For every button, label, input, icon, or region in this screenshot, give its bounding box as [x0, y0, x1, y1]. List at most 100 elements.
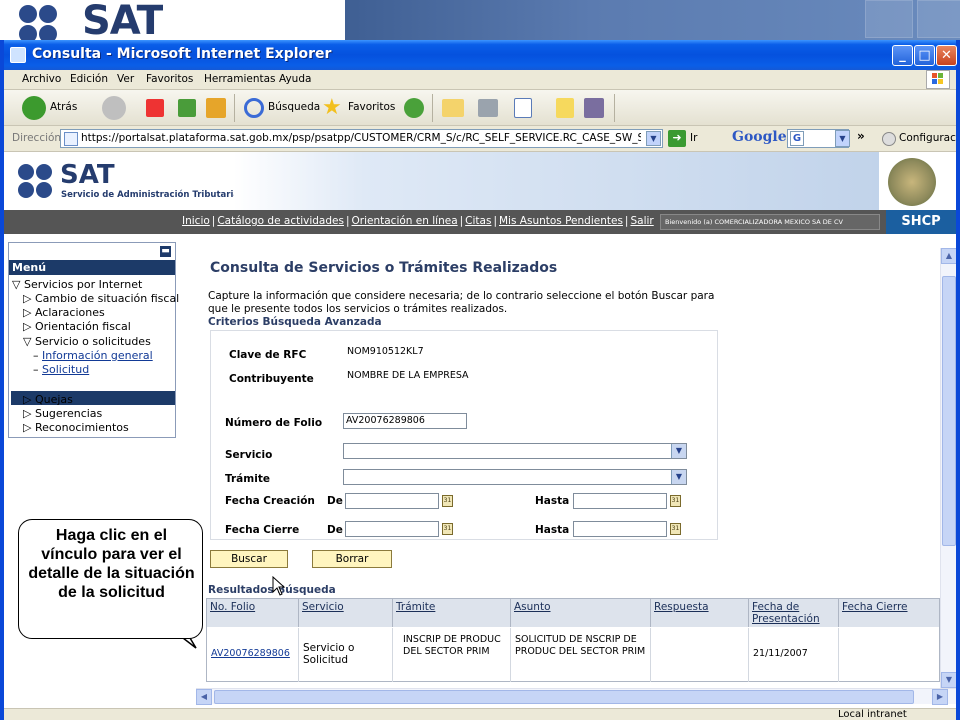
stop-icon[interactable] — [146, 99, 164, 117]
page-title: Consulta de Servicios o Trámites Realiza… — [210, 260, 558, 276]
contribuyente-label: Contribuyente — [229, 373, 314, 385]
scroll-up-icon[interactable]: ▲ — [941, 248, 956, 264]
tree-solicitud[interactable]: – Solicitud — [33, 363, 89, 376]
contribuyente-value: NOMBRE DE LA EMPRESA — [347, 370, 469, 381]
menu-favoritos[interactable]: Favoritos — [146, 73, 193, 85]
horizontal-scroll-thumb[interactable] — [214, 690, 914, 704]
tree-link[interactable]: Solicitud — [42, 363, 89, 376]
tramite-select[interactable]: ▼ — [343, 469, 687, 485]
history-icon[interactable] — [404, 98, 424, 118]
favorites-star-icon[interactable]: ★ — [322, 97, 344, 119]
scroll-down-icon[interactable]: ▼ — [941, 672, 956, 688]
servicio-select[interactable]: ▼ — [343, 443, 687, 459]
servicio-label: Servicio — [225, 449, 273, 461]
tree-aclaraciones[interactable]: ▷ Aclaraciones — [23, 306, 105, 319]
tree-label: Orientación fiscal — [34, 320, 131, 333]
address-dropdown-icon[interactable]: ▼ — [646, 131, 661, 146]
calendar-icon[interactable]: 31 — [670, 523, 681, 535]
slide-banner — [345, 0, 960, 42]
col-tramite[interactable]: Trámite — [393, 599, 511, 627]
horizontal-scrollbar[interactable]: ◀ ▶ — [196, 688, 956, 705]
tree-orientacion-fiscal[interactable]: ▷ Orientación fiscal — [23, 320, 131, 333]
sat-header: SAT Servicio de Administración Tributari… — [4, 152, 956, 210]
tree-consulta[interactable]: – Consulta — [33, 377, 90, 390]
nav-orientacion[interactable]: Orientación en línea — [352, 215, 458, 227]
menu-ayuda[interactable]: Ayuda — [279, 73, 311, 85]
menu-edicion[interactable]: Edición — [70, 73, 108, 85]
tree-quejas[interactable]: ▷ Quejas — [23, 393, 73, 406]
back-arrow-icon[interactable] — [22, 96, 46, 120]
nav-inicio[interactable]: Inicio — [182, 215, 210, 227]
col-servicio[interactable]: Servicio — [299, 599, 393, 627]
address-label: Dirección — [12, 132, 62, 144]
borrar-button[interactable]: Borrar — [312, 550, 392, 568]
vertical-scroll-thumb[interactable] — [942, 276, 956, 546]
refresh-icon[interactable] — [178, 99, 196, 117]
nav-pendientes[interactable]: Mis Asuntos Pendientes — [499, 215, 623, 227]
tree-informacion-general[interactable]: – Información general — [33, 349, 153, 362]
tree-servicios-internet[interactable]: ▽ Servicios por Internet — [12, 278, 142, 291]
print-icon[interactable] — [478, 99, 498, 117]
ie-icon — [10, 47, 26, 63]
calendar-icon[interactable]: 31 — [670, 495, 681, 507]
menu-ver[interactable]: Ver — [117, 73, 134, 85]
title-bar[interactable]: Consulta - Microsoft Internet Explorer _… — [4, 40, 957, 70]
forward-arrow-icon[interactable] — [102, 96, 126, 120]
menu-header: Menú — [9, 260, 175, 275]
fecha-creacion-hasta-input[interactable] — [573, 493, 667, 509]
google-g-icon: G — [790, 131, 804, 146]
calendar-icon[interactable]: 31 — [442, 495, 453, 507]
settings-icon[interactable] — [882, 132, 896, 146]
vertical-scrollbar[interactable]: ▲ ▼ — [940, 248, 956, 688]
discuss-icon[interactable] — [556, 98, 574, 118]
chevron-down-icon[interactable]: ▼ — [671, 470, 686, 484]
nav-catalogo[interactable]: Catálogo de actividades — [217, 215, 344, 227]
fecha-cierre-hasta-input[interactable] — [573, 521, 667, 537]
address-url[interactable]: https://portalsat.plataforma.sat.gob.mx/… — [81, 132, 641, 144]
minimize-button[interactable]: _ — [892, 45, 913, 66]
research-icon[interactable] — [584, 98, 604, 118]
buscar-button[interactable]: Buscar — [210, 550, 288, 568]
mail-icon[interactable] — [442, 99, 464, 117]
calendar-icon[interactable]: 31 — [442, 523, 453, 535]
scroll-right-icon[interactable]: ▶ — [932, 689, 948, 705]
nav-salir[interactable]: Salir — [630, 215, 653, 227]
favorites-label[interactable]: Favoritos — [348, 101, 395, 113]
chevron-down-icon[interactable]: ▼ — [671, 444, 686, 458]
tree-servicio-solicitudes[interactable]: ▽ Servicio o solicitudes — [23, 335, 151, 348]
tree-cambio-situacion[interactable]: ▷ Cambio de situación fiscal — [23, 292, 179, 305]
home-icon[interactable] — [206, 98, 226, 118]
toolbar-more-chevron[interactable]: » — [857, 129, 865, 143]
dash-icon: – — [33, 363, 39, 376]
fecha-cierre-de-input[interactable] — [345, 521, 439, 537]
google-dropdown-icon[interactable]: ▼ — [835, 130, 850, 147]
tree-reconocimientos[interactable]: ▷ Reconocimientos — [23, 421, 129, 434]
col-folio[interactable]: No. Folio — [207, 599, 299, 627]
word-edit-icon[interactable] — [514, 98, 532, 118]
config-button[interactable]: Configuració — [899, 132, 956, 144]
back-label[interactable]: Atrás — [50, 101, 77, 113]
maximize-button[interactable]: □ — [914, 45, 935, 66]
menu-herramientas[interactable]: Herramientas — [204, 73, 276, 85]
scroll-left-icon[interactable]: ◀ — [196, 689, 212, 705]
go-arrow-icon[interactable]: ➜ — [668, 130, 686, 147]
address-input[interactable]: https://portalsat.plataforma.sat.gob.mx/… — [60, 129, 663, 148]
fecha-creacion-de-input[interactable] — [345, 493, 439, 509]
search-icon[interactable] — [244, 98, 264, 118]
col-respuesta[interactable]: Respuesta — [651, 599, 749, 627]
close-button[interactable]: ✕ — [936, 45, 957, 66]
col-fecha-presentacion[interactable]: Fecha de Presentación — [749, 599, 839, 627]
folio-link[interactable]: AV20076289806 — [207, 628, 299, 682]
menu-archivo[interactable]: Archivo — [22, 73, 61, 85]
col-asunto[interactable]: Asunto — [511, 599, 651, 627]
col-fecha-cierre[interactable]: Fecha Cierre — [839, 599, 939, 627]
rfc-label: Clave de RFC — [229, 349, 307, 361]
go-button[interactable]: Ir — [690, 132, 697, 144]
tree-link[interactable]: Información general — [42, 349, 153, 362]
folio-input[interactable]: AV20076289806 — [343, 413, 467, 429]
search-label[interactable]: Búsqueda — [268, 101, 320, 113]
tree-sugerencias[interactable]: ▷ Sugerencias — [23, 407, 102, 420]
collapsed-triangle-icon: ▷ — [23, 421, 32, 434]
collapse-icon[interactable]: ▬ — [160, 246, 171, 257]
nav-citas[interactable]: Citas — [465, 215, 491, 227]
